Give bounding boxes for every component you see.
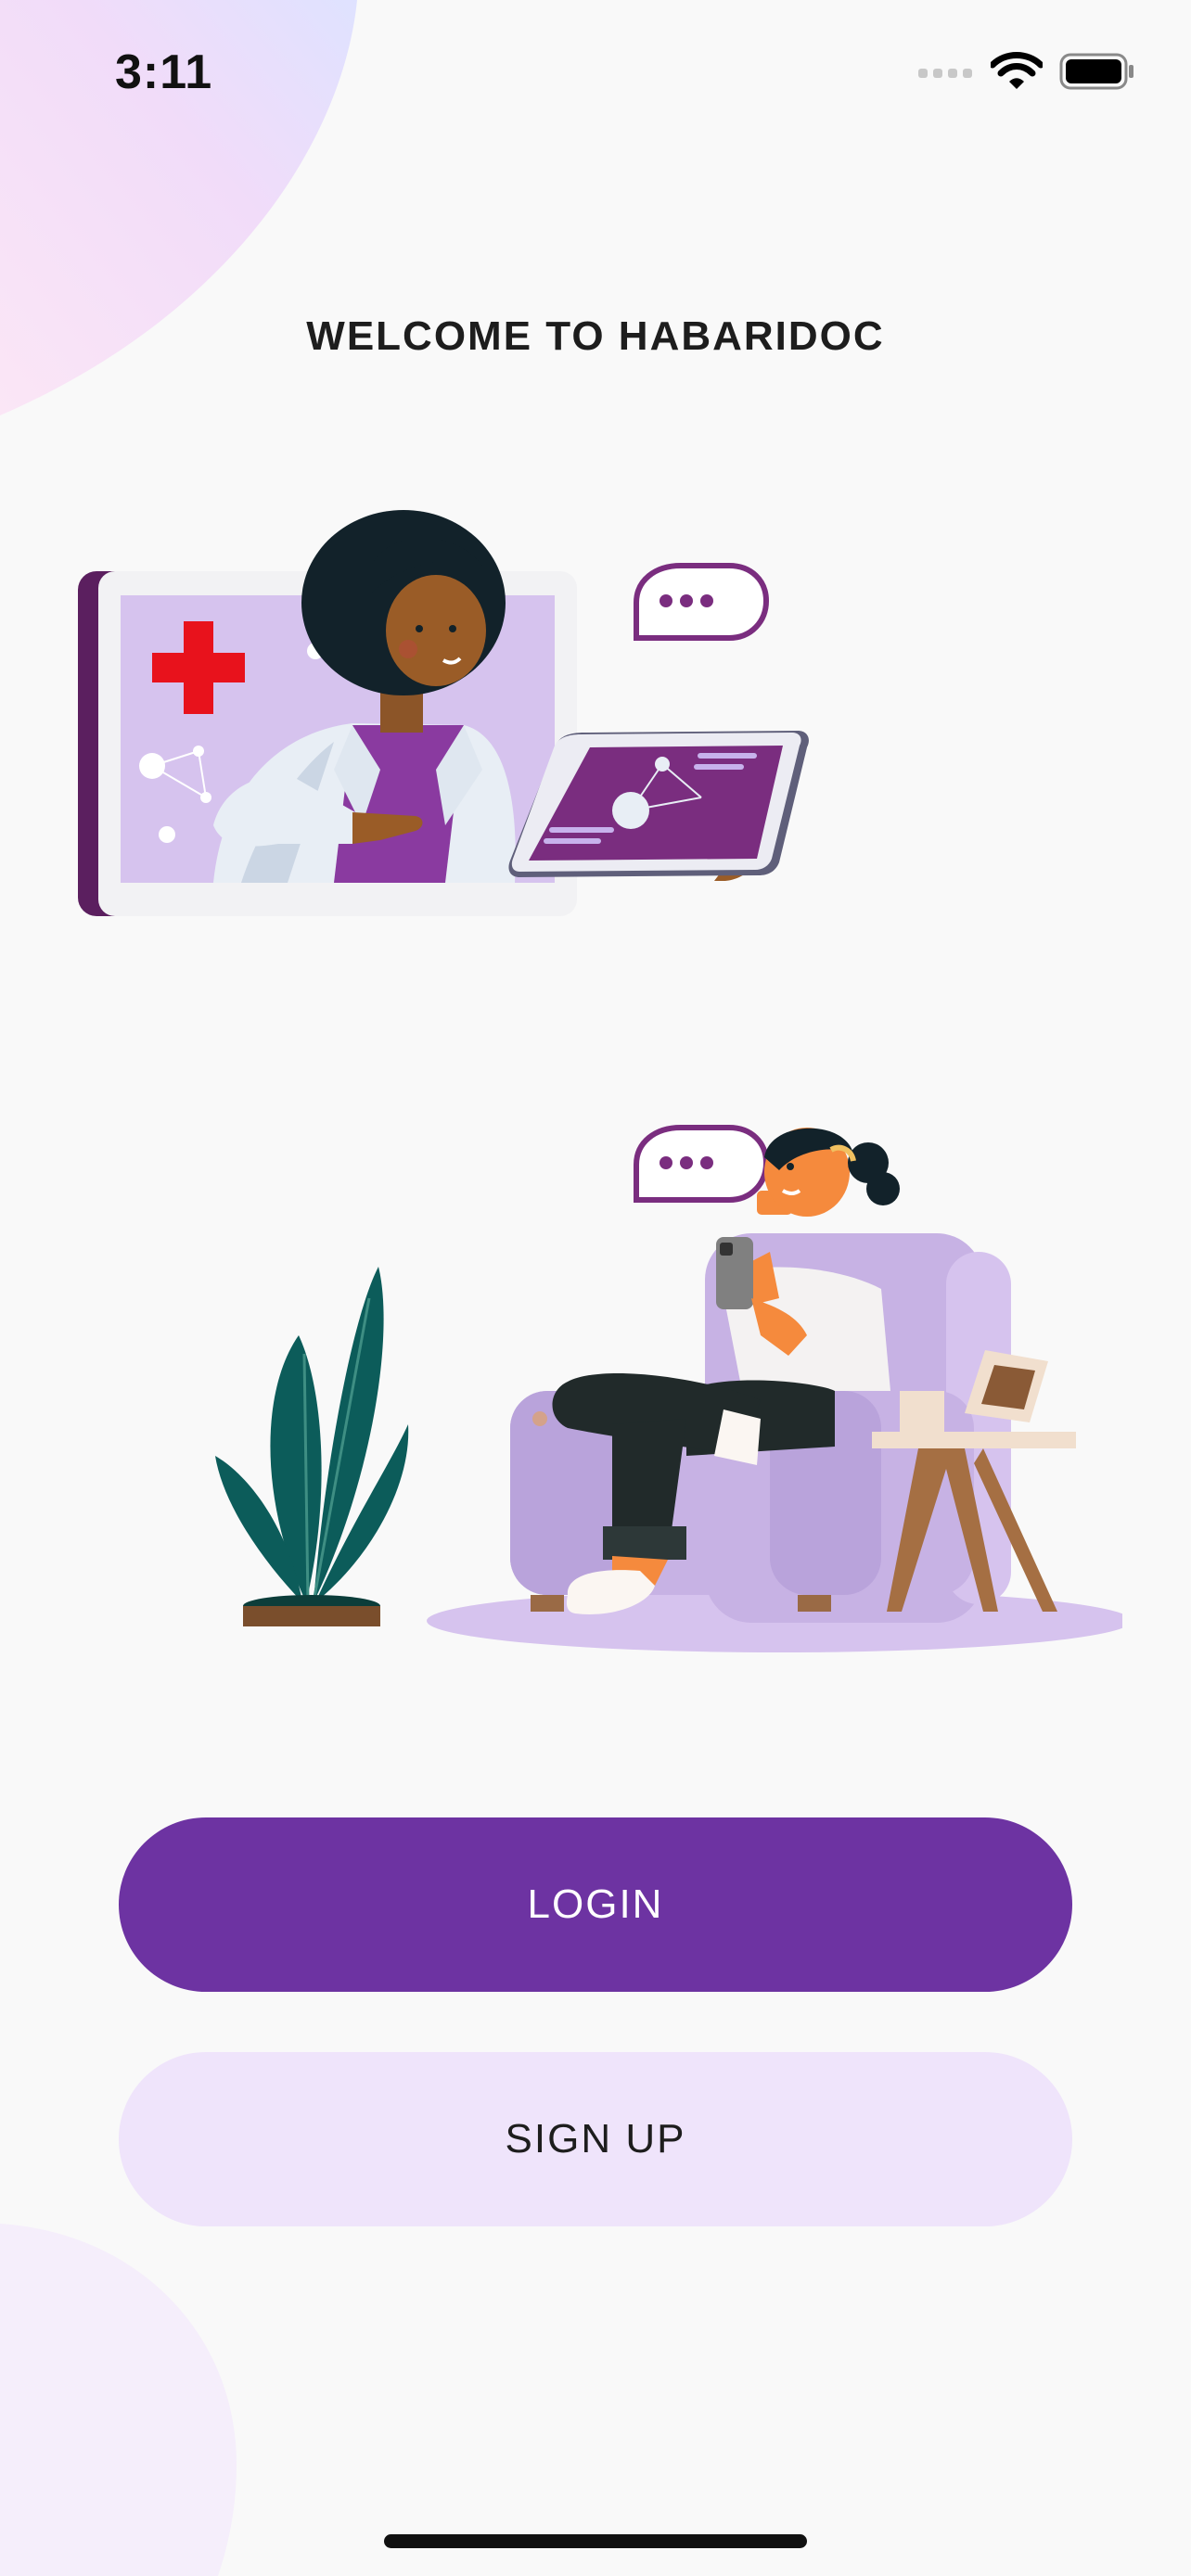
chat-bubble-icon <box>634 1125 770 1203</box>
signal-icon <box>918 69 972 78</box>
login-button[interactable]: LOGIN <box>119 1817 1072 1992</box>
battery-icon <box>1059 53 1133 90</box>
signup-button[interactable]: SIGN UP <box>119 2052 1072 2226</box>
wifi-icon <box>991 52 1043 89</box>
status-bar: 3:11 <box>0 0 1191 148</box>
home-indicator <box>384 2534 807 2548</box>
patient-illustration <box>215 1125 1122 1652</box>
background-blob-bottom <box>0 2224 237 2576</box>
plant-decoration <box>215 1267 409 1626</box>
status-time: 3:11 <box>115 45 213 99</box>
chat-bubble-icon <box>634 563 770 641</box>
doctor-illustration <box>78 510 809 916</box>
page-title: WELCOME TO HABARIDOC <box>306 313 885 359</box>
status-icons <box>918 52 1135 91</box>
